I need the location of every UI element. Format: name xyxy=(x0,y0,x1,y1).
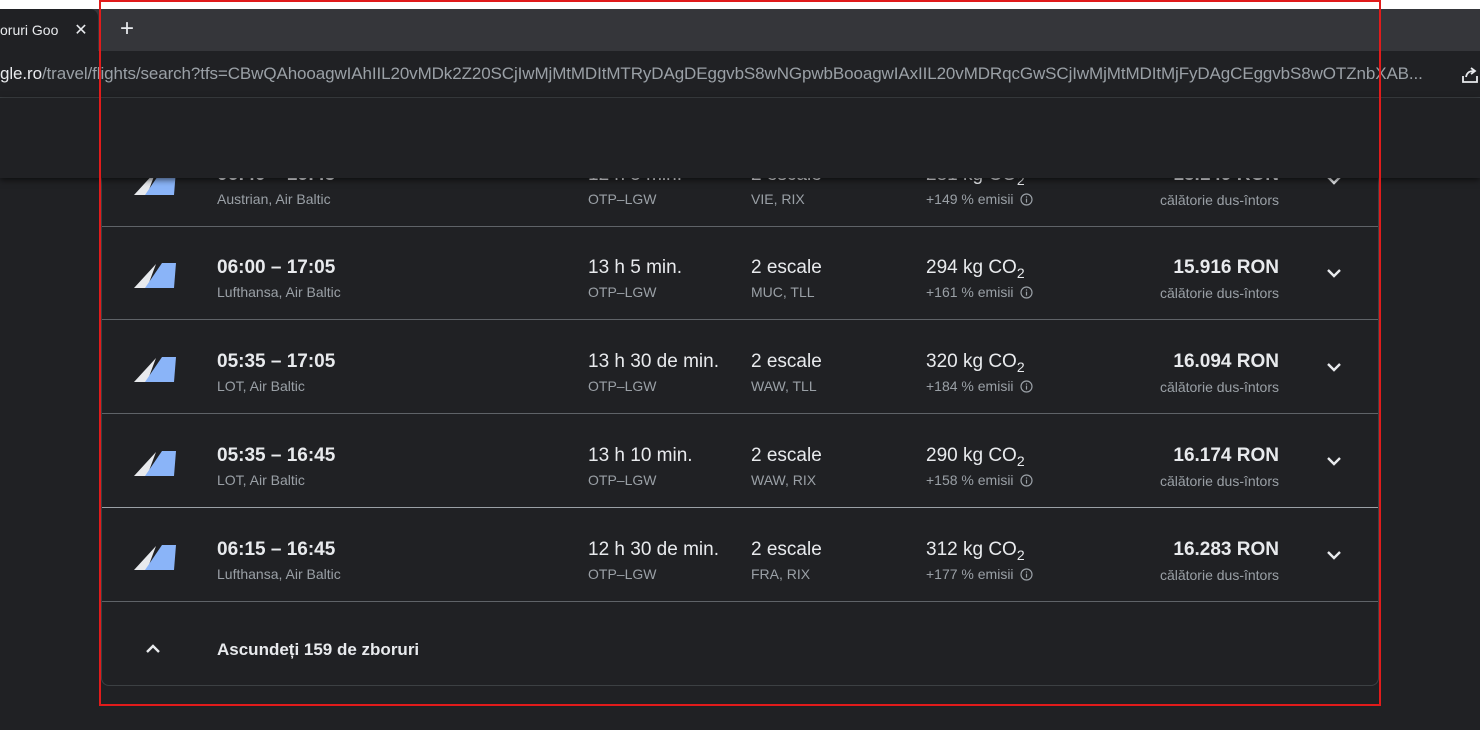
address-bar: gle.ro/travel/flights/search?tfs=CBwQAho… xyxy=(0,51,1480,98)
emissions-label: +158 % emisii xyxy=(926,472,1014,488)
flight-price: 16.174 RON xyxy=(1173,445,1279,466)
co2-subscript: 2 xyxy=(1016,547,1025,563)
co2-value: 320 kg CO xyxy=(926,351,1017,372)
info-icon[interactable] xyxy=(1019,379,1033,393)
emissions-label: +149 % emisii xyxy=(926,191,1014,207)
stop-count: 2 escale xyxy=(751,539,822,560)
trip-type: călătorie dus-întors xyxy=(1159,192,1279,208)
emissions-comparison: +149 % emisii xyxy=(926,191,1033,207)
hide-flights-label: Ascundeți 159 de zboruri xyxy=(217,640,420,659)
new-tab-button[interactable]: + xyxy=(116,17,138,41)
emissions-comparison: +158 % emisii xyxy=(926,472,1033,488)
chevron-down-icon[interactable] xyxy=(1323,262,1345,284)
airline-tail-icon xyxy=(134,451,176,476)
flight-times: 06:00 – 17:05 xyxy=(217,257,336,278)
flight-route: OTP–LGW xyxy=(588,378,657,394)
info-icon[interactable] xyxy=(1019,567,1033,581)
stop-airports: VIE, RIX xyxy=(751,191,805,207)
flight-times: 05:35 – 17:05 xyxy=(217,351,336,372)
emissions-label: +177 % emisii xyxy=(926,566,1014,582)
url-host: gle.ro xyxy=(0,64,42,83)
chevron-down-icon[interactable] xyxy=(1323,356,1345,378)
stop-airports: WAW, TLL xyxy=(751,378,817,394)
airline-names: LOT, Air Baltic xyxy=(217,378,305,394)
info-icon[interactable] xyxy=(1019,285,1033,299)
airline-names: Austrian, Air Baltic xyxy=(217,191,331,207)
close-tab-icon[interactable]: ✕ xyxy=(72,20,90,40)
stop-airports: MUC, TLL xyxy=(751,284,815,300)
stop-count: 2 escale xyxy=(751,257,822,278)
chevron-down-icon[interactable] xyxy=(1323,450,1345,472)
emissions-label: +184 % emisii xyxy=(926,378,1014,394)
flight-duration: 13 h 5 min. xyxy=(588,257,682,278)
flight-times: 06:15 – 16:45 xyxy=(217,539,336,560)
airline-tail-icon xyxy=(134,357,176,382)
airline-tail-icon xyxy=(134,545,176,570)
flight-price: 16.094 RON xyxy=(1173,351,1279,372)
co2-value: 312 kg CO xyxy=(926,539,1017,560)
co2-subscript: 2 xyxy=(1016,359,1025,375)
trip-type: călătorie dus-întors xyxy=(1159,379,1279,395)
flight-results-list: 06:40 – 16:45Austrian, Air Baltic12 h 5 … xyxy=(101,146,1379,686)
co2-emissions: 320 kg CO2 xyxy=(926,351,1025,375)
co2-subscript: 2 xyxy=(1016,453,1025,469)
flight-price: 15.916 RON xyxy=(1173,257,1279,278)
share-icon[interactable] xyxy=(1460,65,1480,85)
flight-row[interactable]: 05:35 – 17:05 LOT, Air Baltic 13 h 30 de m… xyxy=(102,320,1378,414)
flight-row[interactable]: 06:15 – 16:45 Lufthansa, Air Baltic 12 h 3… xyxy=(102,508,1378,602)
trip-type: călătorie dus-întors xyxy=(1159,285,1279,301)
stop-count: 2 escale xyxy=(751,445,822,466)
stop-airports: WAW, RIX xyxy=(751,472,817,488)
flight-duration: 13 h 30 de min. xyxy=(588,351,719,372)
flight-price: 16.283 RON xyxy=(1173,539,1279,560)
flight-route: OTP–LGW xyxy=(588,284,657,300)
co2-emissions: 312 kg CO2 xyxy=(926,539,1025,563)
emissions-label: +161 % emisii xyxy=(926,284,1014,300)
browser-tab[interactable]: oruri Goo ✕ xyxy=(0,9,98,51)
airline-names: Lufthansa, Air Baltic xyxy=(217,566,341,582)
stop-airports: FRA, RIX xyxy=(751,566,811,582)
co2-subscript: 2 xyxy=(1016,265,1025,281)
airline-names: LOT, Air Baltic xyxy=(217,472,305,488)
chevron-up-icon xyxy=(146,644,160,653)
flight-duration: 13 h 10 min. xyxy=(588,445,693,466)
flight-row[interactable]: 06:00 – 17:05 Lufthansa, Air Baltic 13 h 5… xyxy=(102,226,1378,320)
emissions-comparison: +184 % emisii xyxy=(926,378,1033,394)
co2-value: 290 kg CO xyxy=(926,445,1017,466)
window-top-strip xyxy=(0,0,1480,9)
tab-title: oruri Goo xyxy=(0,22,59,38)
info-icon[interactable] xyxy=(1019,192,1033,206)
tab-bar: oruri Goo ✕ + xyxy=(0,9,1480,51)
flight-route: OTP–LGW xyxy=(588,566,657,582)
emissions-comparison: +177 % emisii xyxy=(926,566,1033,582)
trip-type: călătorie dus-întors xyxy=(1159,567,1279,583)
url-path: /travel/flights/search?tfs=CBwQAhooagwIA… xyxy=(41,64,1423,83)
page-sticky-header xyxy=(0,98,1480,178)
flight-times: 05:35 – 16:45 xyxy=(217,445,336,466)
airline-names: Lufthansa, Air Baltic xyxy=(217,284,341,300)
emissions-comparison: +161 % emisii xyxy=(926,284,1033,300)
flight-route: OTP–LGW xyxy=(588,472,657,488)
info-icon[interactable] xyxy=(1019,473,1033,487)
airline-tail-icon xyxy=(134,263,176,288)
stop-count: 2 escale xyxy=(751,351,822,372)
chevron-down-icon[interactable] xyxy=(1323,544,1345,566)
flight-row[interactable]: 05:35 – 16:45 LOT, Air Baltic 13 h 10 min.… xyxy=(102,414,1378,508)
co2-emissions: 294 kg CO2 xyxy=(926,257,1025,281)
co2-emissions: 290 kg CO2 xyxy=(926,445,1025,469)
url-field[interactable]: gle.ro/travel/flights/search?tfs=CBwQAho… xyxy=(0,64,1450,84)
hide-flights-button[interactable]: Ascundeți 159 de zboruri xyxy=(102,614,1378,685)
co2-value: 294 kg CO xyxy=(926,257,1017,278)
trip-type: călătorie dus-întors xyxy=(1159,473,1279,489)
flight-duration: 12 h 30 de min. xyxy=(588,539,719,560)
flight-route: OTP–LGW xyxy=(588,191,657,207)
